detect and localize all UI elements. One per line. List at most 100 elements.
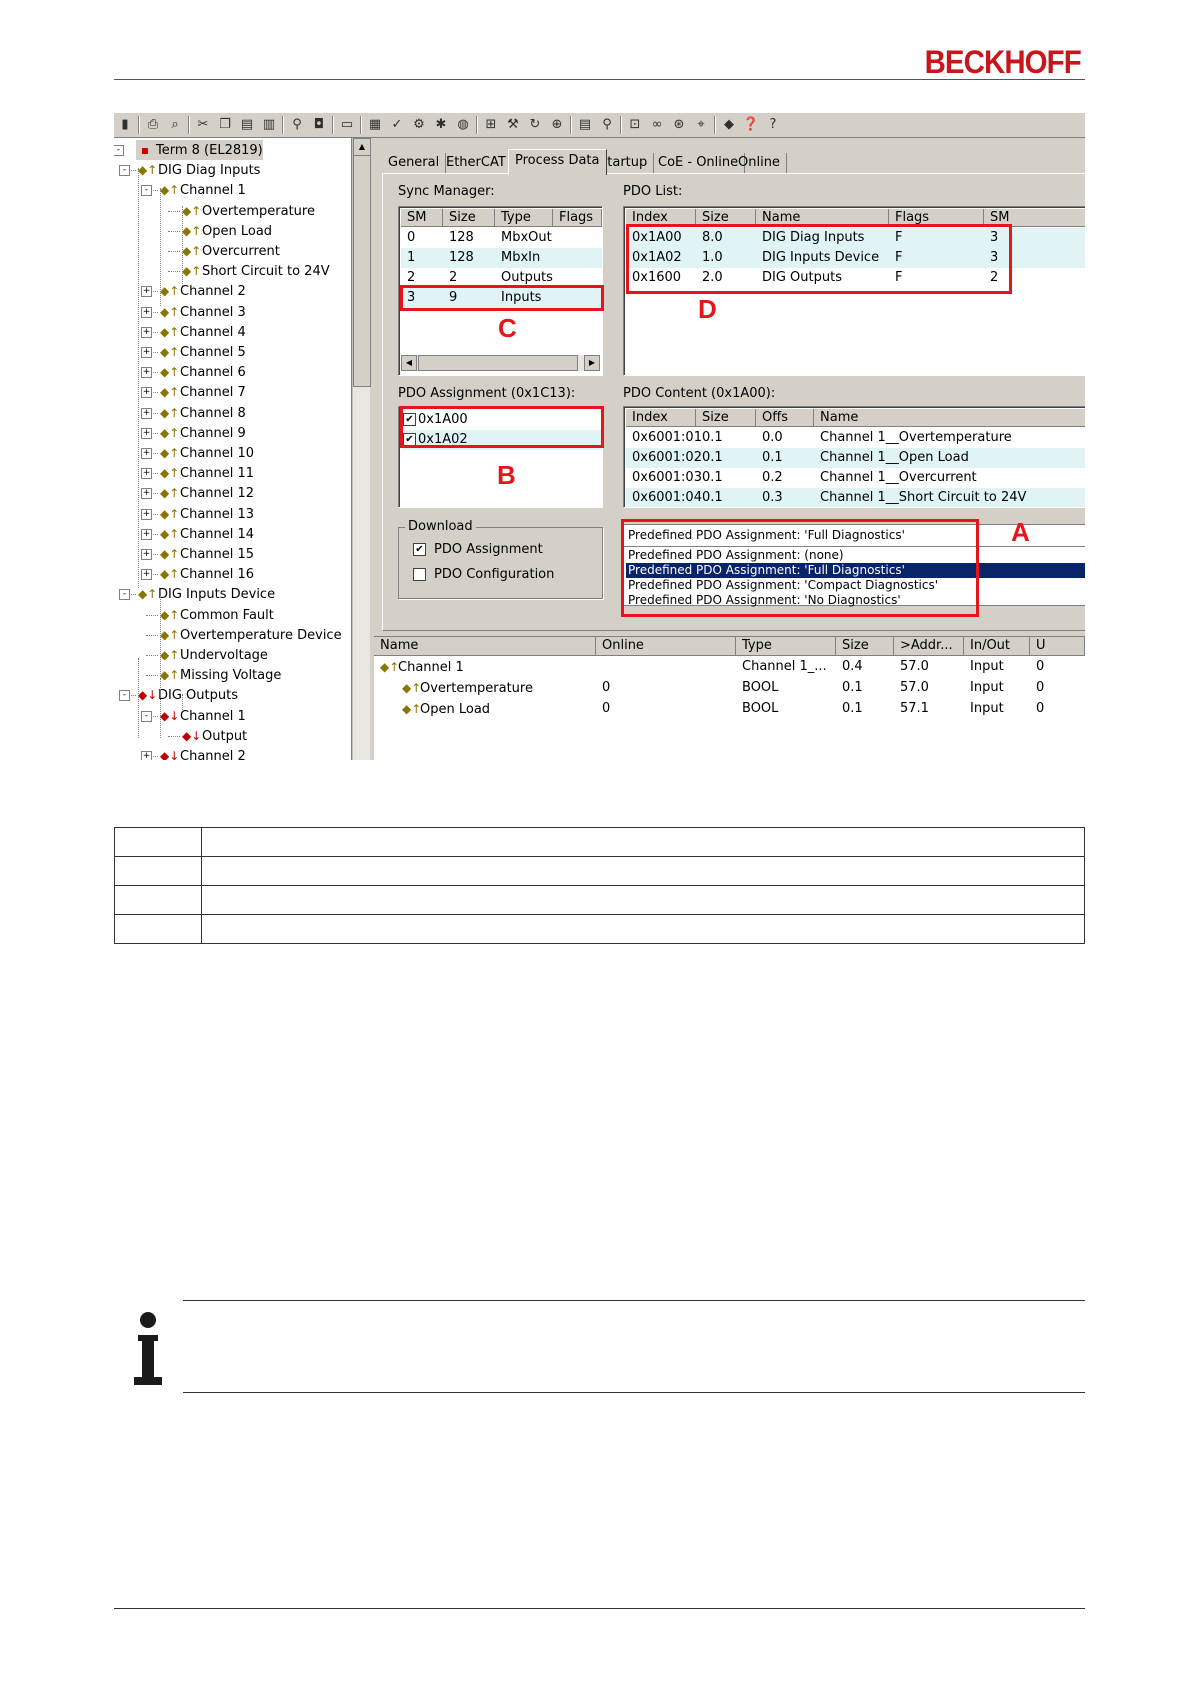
collapse-icon[interactable]: -	[119, 165, 130, 177]
expand-icon[interactable]: +	[141, 387, 152, 399]
zoom-icon[interactable]: ⚲	[598, 116, 616, 134]
mouse-icon[interactable]: ◘	[310, 116, 328, 134]
tools-icon[interactable]: ⚒	[504, 116, 522, 134]
network-icon[interactable]: ▦	[366, 116, 384, 134]
tree-item[interactable]: ◆↑Channel 2	[160, 281, 246, 301]
grid-column-header[interactable]: U	[1030, 637, 1085, 656]
tree-item[interactable]: ▪ Term 8 (EL2819)	[136, 140, 263, 160]
tree-item[interactable]: ◆↓DIG Outputs	[138, 685, 238, 705]
checkbox-unchecked-icon[interactable]	[413, 568, 426, 581]
collapse-icon[interactable]: -	[119, 589, 130, 601]
tree-item[interactable]: ◆↓Channel 1	[160, 706, 246, 726]
globe-icon[interactable]: ◍	[454, 116, 472, 134]
device-tree[interactable]: - ▪ Term 8 (EL2819) - ◆↑DIG Diag Inputs - ◆↑Ch…	[114, 138, 352, 760]
tree-item[interactable]: ◆↑Channel 6	[160, 362, 246, 382]
expand-icon[interactable]: +	[141, 286, 152, 298]
tab-online[interactable]: Online	[732, 153, 787, 173]
tree-item[interactable]: ◆↑Channel 13	[160, 504, 254, 524]
scroll-up-icon[interactable]: ▲	[353, 138, 371, 156]
target-icon[interactable]: ⊛	[670, 116, 688, 134]
tree-item[interactable]: ◆↑Channel 5	[160, 342, 246, 362]
tree-item[interactable]: ◆↓Output	[182, 726, 247, 746]
tree-item[interactable]: ◆↑Overtemperature Device	[160, 625, 342, 645]
column-header[interactable]: Flags	[553, 209, 602, 227]
tree-item[interactable]: ◆↑Overcurrent	[182, 241, 280, 261]
tree-item[interactable]: ◆↑Channel 11	[160, 463, 254, 483]
check-icon[interactable]: ✓	[388, 116, 406, 134]
scroll-thumb[interactable]	[353, 155, 371, 387]
expand-icon[interactable]: +	[141, 488, 152, 500]
expand-icon[interactable]: +	[141, 569, 152, 581]
grid-column-header[interactable]: Type	[736, 637, 836, 656]
print-icon[interactable]: ⎙	[144, 116, 162, 134]
collapse-icon[interactable]: -	[141, 710, 152, 722]
tab-ethercat[interactable]: EtherCAT	[440, 153, 513, 173]
tree-item[interactable]: ◆↑Channel 3	[160, 302, 246, 322]
expand-icon[interactable]: +	[141, 306, 152, 318]
column-header[interactable]: Offs	[756, 409, 814, 427]
build-icon[interactable]: ⚙	[410, 116, 428, 134]
pdo-content-list[interactable]: Index Size Offs Name 0x6001:01 0.1 0.0 Channel …	[623, 406, 1085, 508]
collapse-icon[interactable]: -	[141, 185, 152, 197]
grid-column-header[interactable]: >Addr...	[894, 637, 964, 656]
device-icon[interactable]: ⊡	[626, 116, 644, 134]
tree-item[interactable]: ◆↑Common Fault	[160, 605, 274, 625]
tree-item[interactable]: ◆↑Channel 7	[160, 382, 246, 402]
tree-item[interactable]: ◆↑Channel 14	[160, 524, 254, 544]
expand-icon[interactable]: +	[141, 508, 152, 520]
tab-general[interactable]: General	[382, 153, 447, 173]
binoculars-icon[interactable]: ∞	[648, 116, 666, 134]
collapse-icon[interactable]: -	[119, 690, 130, 702]
tree-item[interactable]: ◆↑Undervoltage	[160, 645, 268, 665]
grid-column-header[interactable]: Name	[374, 637, 596, 656]
scroll-thumb[interactable]	[418, 355, 578, 371]
refresh-icon[interactable]: ↻	[526, 116, 544, 134]
tree-item[interactable]: ◆↑Channel 10	[160, 443, 254, 463]
tree-item[interactable]: ◆↑Open Load	[182, 221, 272, 241]
collapse-icon[interactable]: -	[114, 145, 124, 156]
tree-scrollbar[interactable]: ▲	[352, 138, 371, 760]
activate-icon[interactable]: ✱	[432, 116, 450, 134]
tab-process-data[interactable]: Process Data	[508, 149, 607, 175]
expand-icon[interactable]: +	[141, 427, 152, 439]
tree-item[interactable]: ◆↑Short Circuit to 24V	[182, 261, 330, 281]
pdo-assignment-checkbox[interactable]: ✔ PDO Assignment	[413, 542, 543, 557]
tree-item[interactable]: ◆↑Channel 8	[160, 403, 246, 423]
tree-item[interactable]: ◆↑DIG Inputs Device	[138, 584, 275, 604]
tree-item[interactable]: ◆↑Channel 12	[160, 483, 254, 503]
new-icon[interactable]: ▮	[116, 116, 134, 134]
expand-icon[interactable]: +	[141, 347, 152, 358]
horizontal-scrollbar[interactable]: ◀ ▶	[401, 355, 600, 371]
tree-item[interactable]: ◆↑Channel 1	[160, 180, 246, 200]
grid-column-header[interactable]: In/Out	[964, 637, 1030, 656]
help-icon[interactable]: ❓	[742, 116, 760, 134]
expand-icon[interactable]: +	[141, 468, 152, 480]
column-header[interactable]: Name	[814, 409, 1085, 427]
question-icon[interactable]: ?	[764, 116, 782, 134]
print-preview-icon[interactable]: ⌕	[166, 116, 184, 134]
column-header[interactable]: Index	[626, 409, 696, 427]
copy-icon[interactable]: ❐	[216, 116, 234, 134]
expand-icon[interactable]: +	[141, 326, 152, 338]
trace-icon[interactable]: ⌖	[692, 116, 710, 134]
variable-grid[interactable]: Name Online Type Size >Addr... In/Out U ◆↑Chann…	[374, 636, 1085, 760]
column-header[interactable]: Type	[495, 209, 553, 227]
expand-icon[interactable]: +	[141, 528, 152, 540]
tree-item[interactable]: ◆↑Channel 16	[160, 564, 254, 584]
tree-item[interactable]: ◆↑Overtemperature	[182, 201, 315, 221]
tree-item[interactable]: ◆↑Channel 15	[160, 544, 254, 564]
document-icon[interactable]: ▤	[576, 116, 594, 134]
tree-item[interactable]: ◆↓Channel 2	[160, 746, 246, 760]
grid-column-header[interactable]: Size	[836, 637, 894, 656]
tree-item[interactable]: ◆↑Channel 9	[160, 423, 246, 443]
expand-icon[interactable]: +	[141, 448, 152, 459]
column-header[interactable]: Size	[696, 409, 756, 427]
column-header[interactable]: Size	[443, 209, 495, 227]
book-icon[interactable]: ◆	[720, 116, 738, 134]
paste-special-icon[interactable]: ▥	[260, 116, 278, 134]
find-icon[interactable]: ⚲	[288, 116, 306, 134]
pdo-configuration-checkbox[interactable]: PDO Configuration	[413, 567, 554, 582]
checkbox-checked-icon[interactable]: ✔	[413, 543, 426, 556]
column-header[interactable]: SM	[401, 209, 443, 227]
expand-icon[interactable]: +	[141, 751, 152, 760]
